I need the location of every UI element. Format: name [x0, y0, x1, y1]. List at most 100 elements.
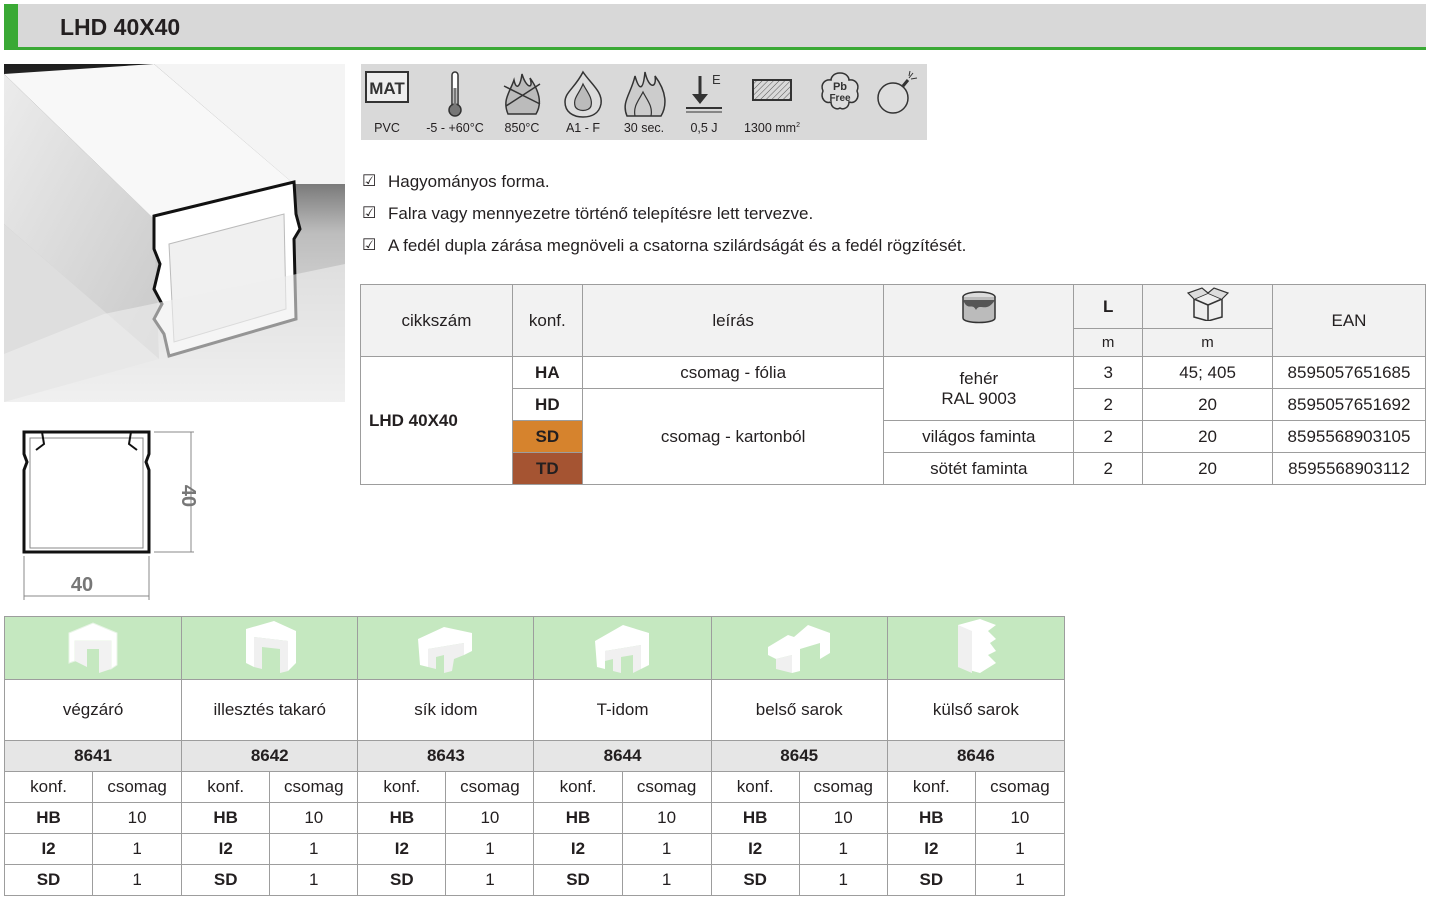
end-cap-icon — [68, 621, 118, 673]
konf-cell: HB — [3, 802, 94, 834]
mat-icon-text: MAT — [369, 79, 405, 98]
qty-cell: 1 — [621, 864, 712, 896]
konf-cell: SD — [357, 864, 447, 896]
accessory-code: 8646 — [886, 740, 1066, 772]
glow-wire-icon — [503, 73, 541, 115]
konf-cell: HB — [886, 802, 976, 834]
qty-cell: 1 — [974, 864, 1066, 896]
qty-cell: 10 — [974, 802, 1066, 834]
icon-cell-glow-wire: 850°C — [497, 64, 547, 140]
burn-time-icon — [624, 71, 666, 117]
inner-corner-icon — [768, 624, 831, 673]
table-row: HB 10 HB 10 HB 10 HB 10 HB 10 HB 10 — [3, 802, 1066, 834]
konf-cell: I2 — [3, 833, 94, 865]
package-cell: 20 — [1142, 420, 1273, 453]
table-row: TD sötét faminta 2 20 8595568903112 — [361, 452, 1427, 485]
pb-free-icon: Pb Free — [821, 72, 859, 110]
impact-icon: E — [686, 72, 722, 113]
accessories-table: végzáró illesztés takaró sík idom T-idom… — [3, 616, 1066, 896]
konf-cell: SD — [710, 864, 800, 896]
feature-item: ☑ A fedél dupla zárása megnöveli a csator… — [362, 234, 966, 266]
icon-label: PVC — [374, 121, 400, 135]
sub-header-csomag: csomag — [621, 771, 712, 803]
bomb-icon — [877, 70, 918, 114]
cross-section-icon — [752, 79, 792, 101]
paint-bucket-icon — [962, 290, 996, 323]
length-cell: 2 — [1073, 452, 1144, 485]
mat-icon: MAT — [365, 71, 409, 103]
icon-cell-temperature: -5 - +60°C — [417, 64, 493, 140]
qty-cell: 1 — [621, 833, 712, 865]
flame-icon — [564, 70, 602, 118]
icon-label: 30 sec. — [623, 121, 665, 135]
package-cell: 20 — [1142, 388, 1273, 421]
sub-header-csomag: csomag — [269, 771, 359, 803]
sub-header-konf: konf. — [710, 771, 800, 803]
accessory-image-outer-corner — [886, 616, 1066, 680]
accessory-image-end-cap — [3, 616, 183, 680]
cross-section-drawing: 40 40 — [22, 430, 199, 600]
height-dimension-label: 40 — [177, 485, 199, 507]
konf-cell: HB — [357, 802, 447, 834]
feature-item: ☑ Hagyományos forma. — [362, 170, 966, 202]
icon-cell-flammability: A1 - F — [557, 64, 609, 140]
qty-cell: 10 — [269, 802, 359, 834]
icon-label: A1 - F — [565, 121, 601, 135]
pb-free-text-free: Free — [829, 93, 851, 104]
konf-cell: I2 — [181, 833, 271, 865]
ean-cell: 8595568903105 — [1271, 420, 1427, 453]
length-cell: 2 — [1073, 388, 1144, 421]
icon-label: 0,5 J — [690, 121, 718, 135]
ean-cell: 8595057651685 — [1271, 356, 1427, 389]
sub-header-konf: konf. — [181, 771, 271, 803]
header-cikkszam: cikkszám — [360, 284, 513, 357]
header-leiras: leírás — [581, 284, 885, 357]
accessory-name: külső sarok — [886, 679, 1066, 741]
qty-cell: 1 — [445, 864, 535, 896]
konf-cell: HA — [511, 356, 583, 389]
accessory-code: 8642 — [181, 740, 359, 772]
table-row: LHD 40X40 HA csomag - fólia fehér RAL 900… — [360, 356, 1427, 485]
konf-cell: HD — [511, 388, 583, 421]
icon-cell-pb-free: Pb Free — [815, 64, 865, 140]
icon-cell-impact: E 0,5 J — [679, 64, 729, 140]
t-piece-icon — [594, 624, 649, 673]
qty-cell: 1 — [798, 833, 888, 865]
thermometer-icon — [448, 71, 462, 117]
joint-cover-icon — [245, 620, 296, 673]
accessory-code: 8641 — [3, 740, 183, 772]
icon-label: 850°C — [504, 121, 540, 135]
checkbox-icon: ☑ — [362, 173, 377, 190]
description-cell: csomag - fólia — [581, 356, 885, 389]
page-header: LHD 40X40 — [4, 4, 1426, 50]
box-icon — [1186, 287, 1229, 322]
accessory-image-inner-corner — [710, 616, 888, 680]
sub-header-csomag: csomag — [798, 771, 888, 803]
konf-cell: SD — [3, 864, 94, 896]
konf-cell: I2 — [357, 833, 447, 865]
checkbox-icon: ☑ — [362, 205, 377, 222]
table-row: SD világos faminta 2 20 8595568903105 — [361, 420, 1427, 453]
icon-label: 1300 mm2 — [743, 121, 800, 135]
accessory-name: T-idom — [533, 679, 712, 741]
color-cell: fehér RAL 9003 — [883, 356, 1075, 421]
product-photo — [4, 64, 345, 402]
accessory-image-joint-cover — [181, 616, 359, 680]
qty-cell: 10 — [798, 802, 888, 834]
length-cell: 2 — [1073, 420, 1144, 453]
color-cell: világos faminta — [883, 420, 1075, 453]
konf-cell: SD — [886, 864, 976, 896]
header-accent-bar — [4, 4, 18, 50]
konf-cell: SD — [181, 864, 271, 896]
package-cell: 45; 405 — [1142, 356, 1273, 389]
sub-header-konf: konf. — [886, 771, 976, 803]
qty-cell: 1 — [974, 833, 1066, 865]
qty-cell: 10 — [92, 802, 183, 834]
konf-cell: SD — [511, 420, 583, 453]
package-cell: 20 — [1142, 452, 1273, 485]
konf-cell: HB — [533, 802, 623, 834]
length-cell: 3 — [1073, 356, 1144, 389]
sub-header-csomag: csomag — [92, 771, 183, 803]
table-row: I2 1 I2 1 I2 1 I2 1 I2 1 I2 1 — [3, 833, 1066, 865]
sub-header-csomag: csomag — [974, 771, 1066, 803]
